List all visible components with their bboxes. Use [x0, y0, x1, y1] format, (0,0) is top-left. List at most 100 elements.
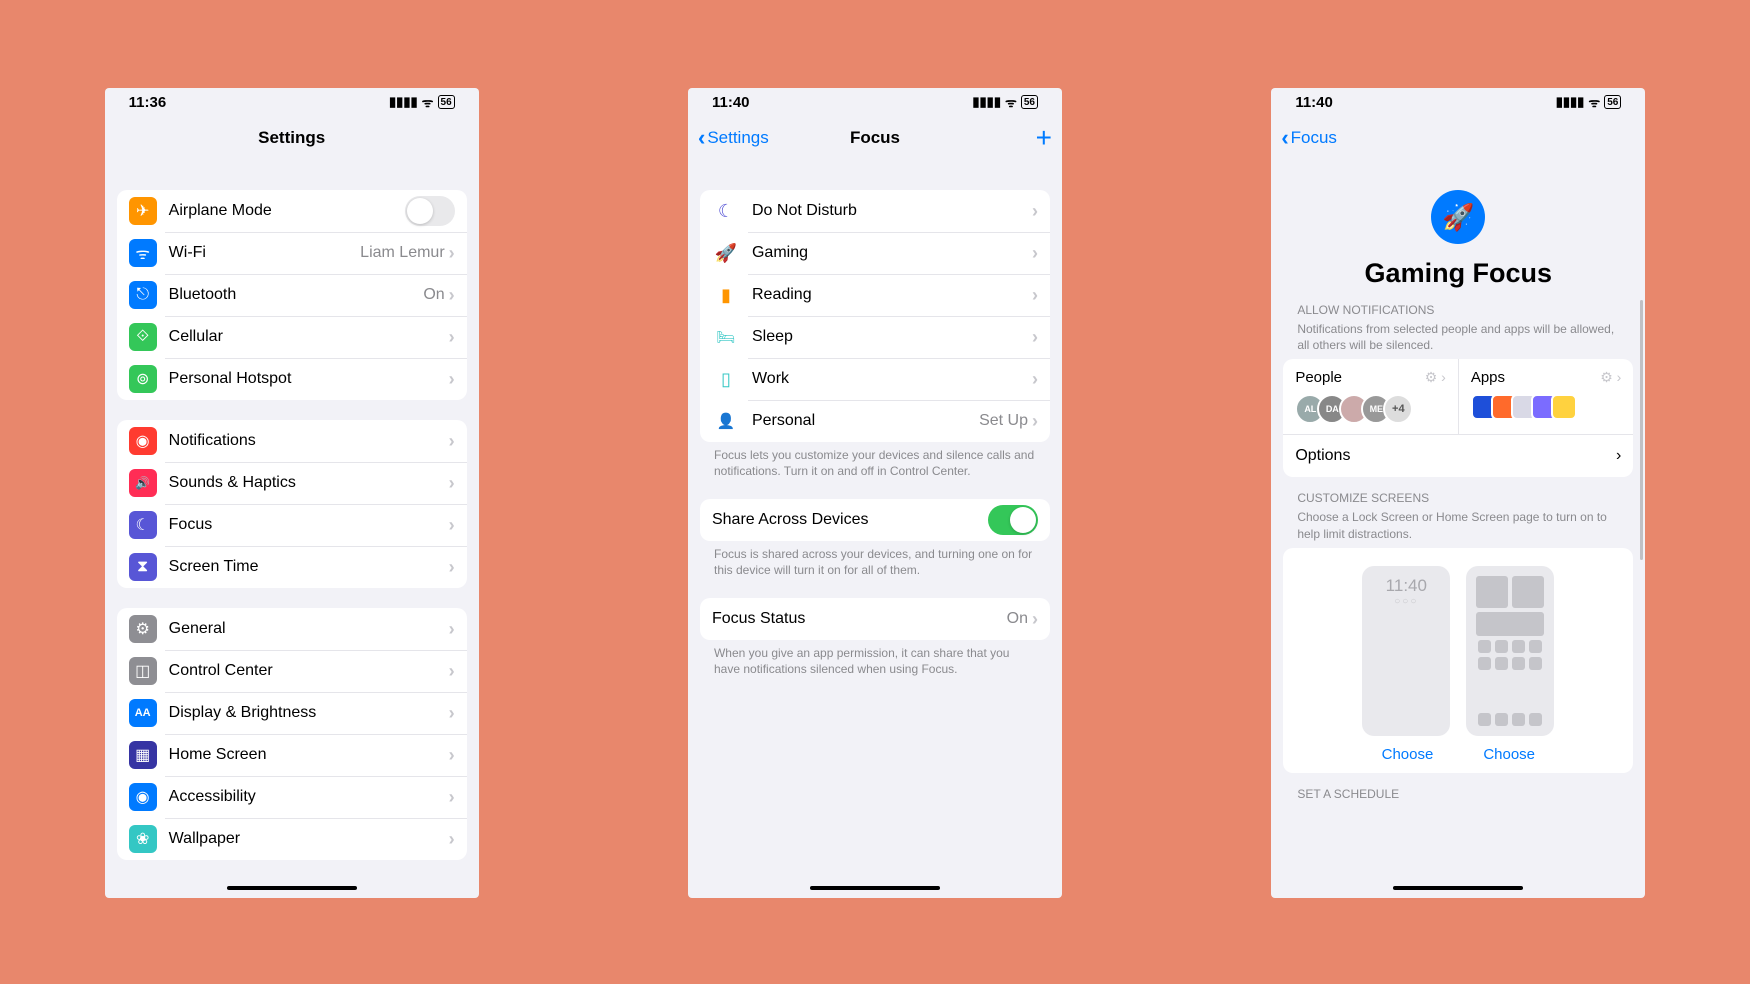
phone-focus-list: 11:40 ▮▮▮▮ ᯤ 56 ‹ Settings Focus + ☾ Do … [688, 88, 1062, 898]
gaming-content[interactable]: 🚀 Gaming Focus ALLOW NOTIFICATIONS Notif… [1271, 160, 1645, 898]
status-time: 11:40 [1295, 94, 1333, 111]
apps-col[interactable]: Apps ⚙ › [1458, 359, 1634, 434]
back-label: Settings [707, 128, 768, 148]
signal-icon: ▮▮▮▮ [1556, 94, 1585, 110]
back-button[interactable]: ‹ Focus [1281, 127, 1337, 149]
options-row[interactable]: Options › [1283, 434, 1633, 477]
row-focus[interactable]: ☾ Focus › [117, 504, 467, 546]
row-display[interactable]: AA Display & Brightness › [117, 692, 467, 734]
battery-icon: 56 [1021, 95, 1038, 109]
row-value: On [1007, 610, 1028, 628]
row-work[interactable]: ▯ Work › [700, 358, 1050, 400]
chevron-right-icon: › [449, 745, 455, 766]
row-sounds[interactable]: 🔊 Sounds & Haptics › [117, 462, 467, 504]
control-center-icon: ◫ [129, 657, 157, 685]
bed-icon: 🛏 [712, 328, 740, 346]
row-bluetooth[interactable]: ⎋ Bluetooth On › [117, 274, 467, 316]
accessibility-icon: ◉ [129, 783, 157, 811]
home-indicator[interactable] [227, 886, 357, 890]
row-sleep[interactable]: 🛏 Sleep › [700, 316, 1050, 358]
row-label: Personal Hotspot [169, 370, 449, 388]
row-label: Control Center [169, 662, 449, 680]
status-bar: 11:40 ▮▮▮▮ ᯤ 56 [1271, 88, 1645, 116]
add-focus-button[interactable]: + [1036, 124, 1052, 152]
row-label: Gaming [752, 244, 1032, 262]
chevron-right-icon: › [1032, 609, 1038, 630]
row-reading[interactable]: ▮ Reading › [700, 274, 1050, 316]
row-cellular[interactable]: ⟐ Cellular › [117, 316, 467, 358]
customize-header: CUSTOMIZE SCREENS [1283, 477, 1633, 507]
scroll-indicator[interactable] [1640, 300, 1643, 560]
row-dnd[interactable]: ☾ Do Not Disturb › [700, 190, 1050, 232]
row-label: Reading [752, 286, 1032, 304]
choose-homescreen[interactable]: Choose [1483, 746, 1535, 763]
homescreen-mockup[interactable] [1466, 566, 1554, 736]
back-button[interactable]: ‹ Settings [698, 127, 769, 149]
row-label: Focus [169, 516, 449, 534]
row-airplane[interactable]: ✈ Airplane Mode [117, 190, 467, 232]
row-focus-status[interactable]: Focus Status On › [700, 598, 1050, 640]
wifi-icon: ᯤ [1588, 93, 1600, 111]
row-label: Cellular [169, 328, 449, 346]
row-label: Home Screen [169, 746, 449, 764]
row-label: Display & Brightness [169, 704, 449, 722]
people-col[interactable]: People ⚙ › AL DA ME +4 [1283, 359, 1458, 434]
row-screentime[interactable]: ⧗ Screen Time › [117, 546, 467, 588]
choose-row: Choose Choose [1293, 746, 1623, 763]
chevron-right-icon: › [449, 473, 455, 494]
settings-content[interactable]: ✈ Airplane Mode ᯤ Wi-Fi Liam Lemur › ⎋ B… [105, 160, 479, 898]
gear-icon: ⚙ [129, 615, 157, 643]
book-icon: ▮ [712, 285, 740, 306]
chevron-right-icon: › [449, 787, 455, 808]
row-personal[interactable]: 👤 Personal Set Up › [700, 400, 1050, 442]
row-label: Do Not Disturb [752, 202, 1032, 220]
row-control-center[interactable]: ◫ Control Center › [117, 650, 467, 692]
phone-settings: 11:36 ▮▮▮▮ ᯤ 56 Settings ✈ Airplane Mode… [105, 88, 479, 898]
choose-lockscreen[interactable]: Choose [1382, 746, 1434, 763]
app-icons [1471, 394, 1622, 420]
status-icons: ▮▮▮▮ ᯤ 56 [389, 93, 455, 111]
avatar-more: +4 [1383, 394, 1413, 424]
home-indicator[interactable] [810, 886, 940, 890]
chevron-right-icon: › [449, 431, 455, 452]
home-indicator[interactable] [1393, 886, 1523, 890]
hero: 🚀 Gaming Focus [1283, 160, 1633, 289]
nav-bar: ‹ Settings Focus + [688, 116, 1062, 160]
row-label: Accessibility [169, 788, 449, 806]
row-general[interactable]: ⚙ General › [117, 608, 467, 650]
chevron-right-icon: › [1616, 447, 1621, 465]
row-label: Sleep [752, 328, 1032, 346]
focus-content[interactable]: ☾ Do Not Disturb › 🚀 Gaming › ▮ Reading … [688, 160, 1062, 898]
airplane-toggle[interactable] [405, 196, 455, 226]
chevron-right-icon: › [449, 829, 455, 850]
chevron-right-icon: › [1032, 243, 1038, 264]
chevron-right-icon: › [449, 619, 455, 640]
row-wallpaper[interactable]: ❀ Wallpaper › [117, 818, 467, 860]
wallpaper-icon: ❀ [129, 825, 157, 853]
share-toggle[interactable] [988, 505, 1038, 535]
airplane-icon: ✈ [129, 197, 157, 225]
row-wifi[interactable]: ᯤ Wi-Fi Liam Lemur › [117, 232, 467, 274]
wifi-icon: ᯤ [129, 239, 157, 267]
options-label: Options [1295, 447, 1350, 465]
rocket-icon: 🚀 [1431, 190, 1485, 244]
battery-icon: 56 [438, 95, 455, 109]
row-value: On [423, 286, 444, 304]
person-icon: 👤 [712, 412, 740, 430]
row-accessibility[interactable]: ◉ Accessibility › [117, 776, 467, 818]
row-share[interactable]: Share Across Devices [700, 499, 1050, 541]
row-gaming[interactable]: 🚀 Gaming › [700, 232, 1050, 274]
bluetooth-icon: ⎋ [129, 281, 157, 309]
chevron-right-icon: › [1032, 327, 1038, 348]
status-icons: ▮▮▮▮ ᯤ 56 [1556, 93, 1622, 111]
lockscreen-mockup[interactable]: 11:40 ○○○ [1362, 566, 1450, 736]
row-notifications[interactable]: ◉ Notifications › [117, 420, 467, 462]
row-hotspot[interactable]: ⊚ Personal Hotspot › [117, 358, 467, 400]
row-homescreen[interactable]: ▦ Home Screen › [117, 734, 467, 776]
customize-sub: Choose a Lock Screen or Home Screen page… [1283, 507, 1633, 541]
focus-modes-group: ☾ Do Not Disturb › 🚀 Gaming › ▮ Reading … [700, 190, 1050, 442]
row-value: Set Up [979, 412, 1028, 430]
chevron-right-icon: › [449, 243, 455, 264]
wifi-icon: ᯤ [422, 93, 434, 111]
badge-icon: ▯ [712, 369, 740, 390]
